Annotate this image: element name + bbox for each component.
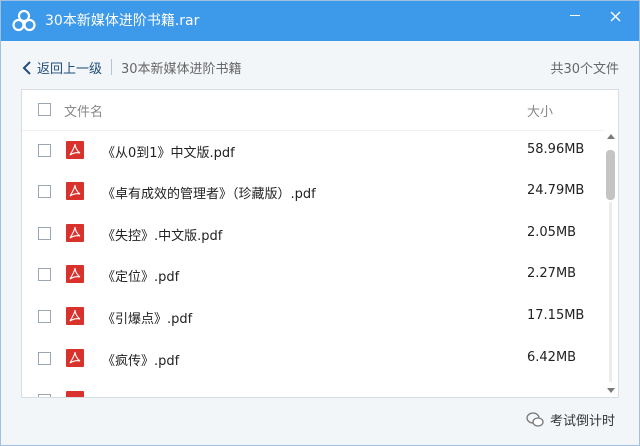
file-name: 《疯传》.pdf bbox=[102, 354, 180, 369]
file-row[interactable]: 《定位》.pdf 2.27MB bbox=[22, 254, 602, 295]
file-row[interactable]: 《卓有成效的管理者》（珍藏版）.pdf 24.79MB bbox=[22, 171, 602, 212]
pdf-file-icon bbox=[66, 391, 84, 397]
pdf-file-icon bbox=[66, 141, 84, 159]
file-name: 《从0到1》中文版.pdf bbox=[102, 146, 235, 161]
wechat-icon bbox=[526, 411, 544, 427]
file-list: 《从0到1》中文版.pdf 58.96MB 《卓有成效的管理者》（珍藏版）.pd… bbox=[22, 130, 602, 397]
file-row[interactable]: 《从0到1》中文版.pdf 58.96MB bbox=[22, 130, 602, 171]
file-size: 2.27MB bbox=[527, 266, 577, 281]
file-name: 《失控》.中文版.pdf bbox=[102, 229, 223, 244]
pdf-file-icon bbox=[66, 307, 84, 325]
navigation-bar: 返回上一级 30本新媒体进阶书籍 共30个文件 bbox=[1, 53, 639, 81]
column-header-size[interactable]: 大小 bbox=[527, 101, 553, 120]
file-row[interactable]: 《失控》.中文版.pdf 2.05MB bbox=[22, 213, 602, 254]
file-name: 《引爆点》.pdf bbox=[102, 312, 193, 327]
close-icon bbox=[610, 11, 620, 22]
title-bar[interactable]: 30本新媒体进阶书籍.rar bbox=[1, 1, 639, 41]
window-title: 30本新媒体进阶书籍.rar bbox=[45, 13, 200, 29]
back-button[interactable]: 返回上一级 bbox=[21, 58, 102, 77]
file-size: 58.96MB bbox=[527, 142, 585, 157]
file-size: 6.42MB bbox=[527, 350, 577, 365]
scrollbar-track[interactable] bbox=[609, 202, 612, 382]
row-checkbox[interactable] bbox=[38, 310, 51, 323]
file-row[interactable]: 《引爆点》.pdf 17.15MB bbox=[22, 296, 602, 337]
scroll-up-arrow-icon[interactable] bbox=[607, 134, 615, 139]
back-label: 返回上一级 bbox=[37, 62, 103, 77]
breadcrumb-divider bbox=[111, 59, 112, 75]
pdf-file-icon bbox=[66, 349, 84, 367]
file-row[interactable]: 《疯传》.pdf 6.42MB bbox=[22, 338, 602, 379]
close-button[interactable] bbox=[597, 1, 633, 33]
breadcrumb: 30本新媒体进阶书籍 bbox=[121, 62, 242, 77]
row-checkbox[interactable] bbox=[38, 227, 51, 240]
pdf-file-icon bbox=[66, 182, 84, 200]
vertical-scrollbar[interactable] bbox=[604, 130, 618, 397]
row-checkbox[interactable] bbox=[38, 268, 51, 281]
file-size: 24.79MB bbox=[527, 183, 585, 198]
watermark: 考试倒计时 bbox=[526, 410, 615, 429]
watermark-text: 考试倒计时 bbox=[550, 414, 616, 429]
row-checkbox[interactable] bbox=[38, 185, 51, 198]
file-size: 2.05MB bbox=[527, 225, 577, 240]
select-all-checkbox[interactable] bbox=[38, 103, 51, 116]
archive-window: 30本新媒体进阶书籍.rar 返回上一级 30本新媒体进阶书籍 共30个文件 文… bbox=[0, 0, 640, 446]
row-checkbox[interactable] bbox=[38, 144, 51, 157]
row-checkbox[interactable] bbox=[38, 352, 51, 365]
row-checkbox[interactable] bbox=[38, 394, 51, 397]
list-header: 文件名 大小 bbox=[22, 90, 618, 131]
scroll-down-arrow-icon[interactable] bbox=[607, 388, 615, 393]
file-name: 《定位》.pdf bbox=[102, 270, 180, 285]
minimize-icon bbox=[570, 15, 580, 16]
file-size: 17.15MB bbox=[527, 308, 585, 323]
pdf-file-icon bbox=[66, 224, 84, 242]
column-header-name[interactable]: 文件名 bbox=[64, 101, 103, 120]
cloud-logo-icon bbox=[12, 9, 36, 32]
file-list-panel: 文件名 大小 《从0到1》中文版.pdf 58.96MB 《卓有成效的管理者》（… bbox=[21, 89, 619, 398]
pdf-file-icon bbox=[66, 265, 84, 283]
scrollbar-thumb[interactable] bbox=[606, 150, 615, 200]
file-row-partial[interactable] bbox=[22, 380, 602, 397]
file-count: 共30个文件 bbox=[550, 62, 619, 77]
chevron-left-icon bbox=[22, 60, 31, 75]
file-name: 《卓有成效的管理者》（珍藏版）.pdf bbox=[102, 187, 316, 202]
minimize-button[interactable] bbox=[557, 1, 593, 33]
